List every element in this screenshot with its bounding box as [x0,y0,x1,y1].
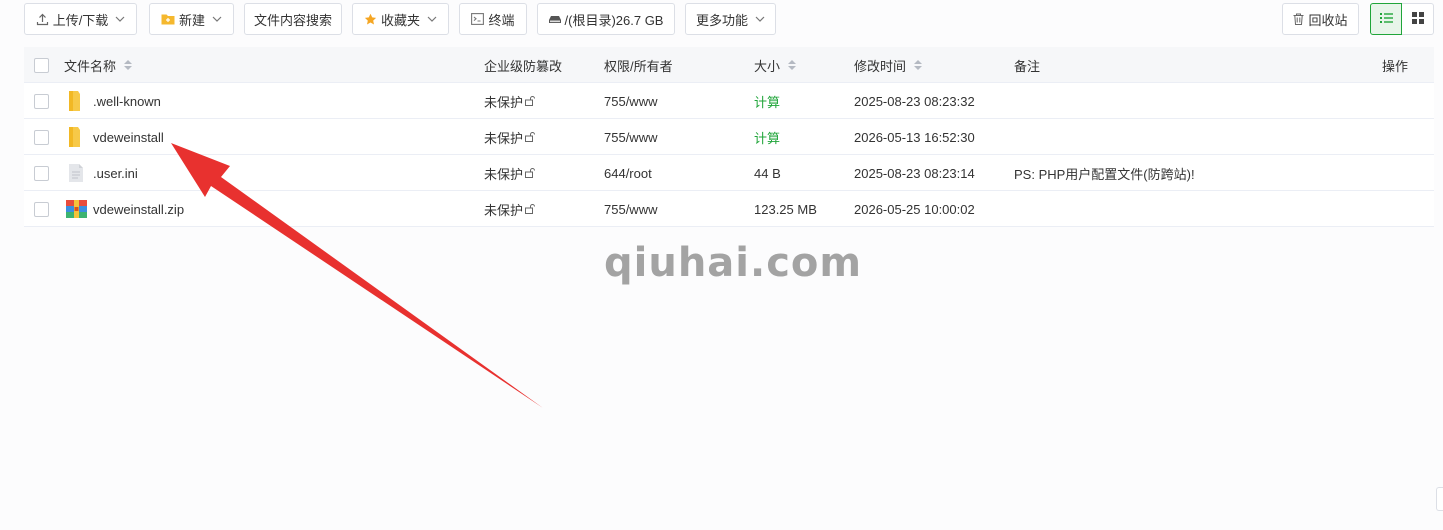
tamper-status[interactable]: 未保护 [484,83,536,119]
view-toggle [1370,3,1434,35]
upload-icon [36,13,49,26]
file-table: 文件名称 企业级防篡改 权限/所有者 大小 修改时间 备注 操作 .well-k… [24,47,1434,227]
table-header: 文件名称 企业级防篡改 权限/所有者 大小 修改时间 备注 操作 [24,47,1434,83]
unlock-icon [525,168,536,178]
grid-icon [1411,11,1424,27]
list-view-button[interactable] [1370,3,1402,35]
row-checkbox[interactable] [34,83,49,119]
sort-icon [914,60,923,70]
table-row[interactable]: .user.ini 未保护 644/root 44 B 2025-08-23 0… [24,155,1434,191]
star-icon [364,13,377,26]
grid-view-button[interactable] [1402,3,1434,35]
watermark: qiuhai.com [604,240,863,286]
tamper-status[interactable]: 未保护 [484,191,536,227]
modified-time: 2026-05-25 10:00:02 [854,201,975,217]
select-all-checkbox[interactable] [34,47,49,83]
file-name[interactable]: vdeweinstall [93,119,164,155]
tamper-status[interactable]: 未保护 [484,119,536,155]
permission[interactable]: 644/root [604,155,652,191]
chevron-down-icon [755,14,765,25]
terminal-label: 终端 [488,12,515,28]
file-manager: 上传/下载 新建 文件内容搜索 收藏夹 终端 /(根目录)26.7 GB 更多功… [0,0,1443,530]
new-button[interactable]: 新建 [149,3,234,35]
more-functions-button[interactable]: 更多功能 [685,3,776,35]
favorites-label: 收藏夹 [380,12,420,28]
header-size-label: 大小 [754,58,781,74]
toolbar: 上传/下载 新建 文件内容搜索 收藏夹 终端 /(根目录)26.7 GB 更多功… [24,3,1434,35]
modified-time: 2025-08-23 08:23:14 [854,165,975,181]
header-modified-time[interactable]: 修改时间 [854,47,923,83]
row-checkbox[interactable] [34,191,49,227]
sort-icon [788,60,797,70]
permission[interactable]: 755/www [604,119,657,155]
content-search-button[interactable]: 文件内容搜索 [244,3,342,35]
disk-label: /(根目录)26.7 GB [564,12,664,28]
permission[interactable]: 755/www [604,191,657,227]
table-row[interactable]: .well-known 未保护 755/www 计算 2025-08-23 08… [24,83,1434,119]
side-panel-handle[interactable] [1436,487,1443,511]
new-folder-icon [161,13,175,25]
permission[interactable]: 755/www [604,83,657,119]
unlock-icon [525,204,536,214]
folder-icon [67,83,85,119]
row-checkbox[interactable] [34,119,49,155]
table-row[interactable]: vdeweinstall 未保护 755/www 计算 2026-05-13 1… [24,119,1434,155]
tamper-status[interactable]: 未保护 [484,155,536,191]
file-name[interactable]: .user.ini [93,155,138,191]
tamper-label: 未保护 [484,130,524,146]
chevron-down-icon [115,14,125,25]
upload-download-label: 上传/下载 [52,12,109,28]
favorites-button[interactable]: 收藏夹 [352,3,449,35]
row-checkbox[interactable] [34,155,49,191]
header-size[interactable]: 大小 [754,47,797,83]
calculate-size-link[interactable]: 计算 [754,83,780,119]
folder-icon [67,119,85,155]
content-search-label: 文件内容搜索 [253,12,332,28]
recycle-bin-button[interactable]: 回收站 [1282,3,1359,35]
chevron-down-icon [427,14,437,25]
calculate-size-link[interactable]: 计算 [754,119,780,155]
file-name[interactable]: vdeweinstall.zip [93,191,184,227]
header-tamper: 企业级防篡改 [484,58,563,74]
unlock-icon [525,132,536,142]
unlock-icon [525,96,536,106]
header-note: 备注 [1014,58,1041,74]
header-name-label: 文件名称 [64,58,117,74]
trash-icon [1293,13,1304,25]
file-name[interactable]: .well-known [93,83,161,119]
disk-icon [548,15,561,24]
upload-download-button[interactable]: 上传/下载 [24,3,137,35]
more-functions-label: 更多功能 [695,12,748,28]
terminal-icon [471,13,485,25]
sort-icon [124,60,133,70]
zip-archive-icon [66,191,87,227]
tamper-label: 未保护 [484,94,524,110]
recycle-bin-label: 回收站 [1308,12,1348,28]
file-size: 44 B [754,165,781,181]
disk-button[interactable]: /(根目录)26.7 GB [537,3,675,35]
terminal-button[interactable]: 终端 [459,3,527,35]
header-permission: 权限/所有者 [604,58,673,74]
modified-time: 2025-08-23 08:23:32 [854,93,975,109]
file-size: 123.25 MB [754,201,817,217]
modified-time: 2026-05-13 16:52:30 [854,129,975,145]
note[interactable]: PS: PHP用户配置文件(防跨站)! [1014,155,1195,191]
file-icon [68,155,84,191]
chevron-down-icon [212,14,222,25]
header-name[interactable]: 文件名称 [64,47,133,83]
table-row[interactable]: vdeweinstall.zip 未保护 755/www 123.25 MB 2… [24,191,1434,227]
tamper-label: 未保护 [484,166,524,182]
list-icon [1379,12,1393,27]
tamper-label: 未保护 [484,202,524,218]
header-actions: 操作 [1382,58,1409,74]
header-mtime-label: 修改时间 [854,58,907,74]
new-label: 新建 [178,12,205,28]
